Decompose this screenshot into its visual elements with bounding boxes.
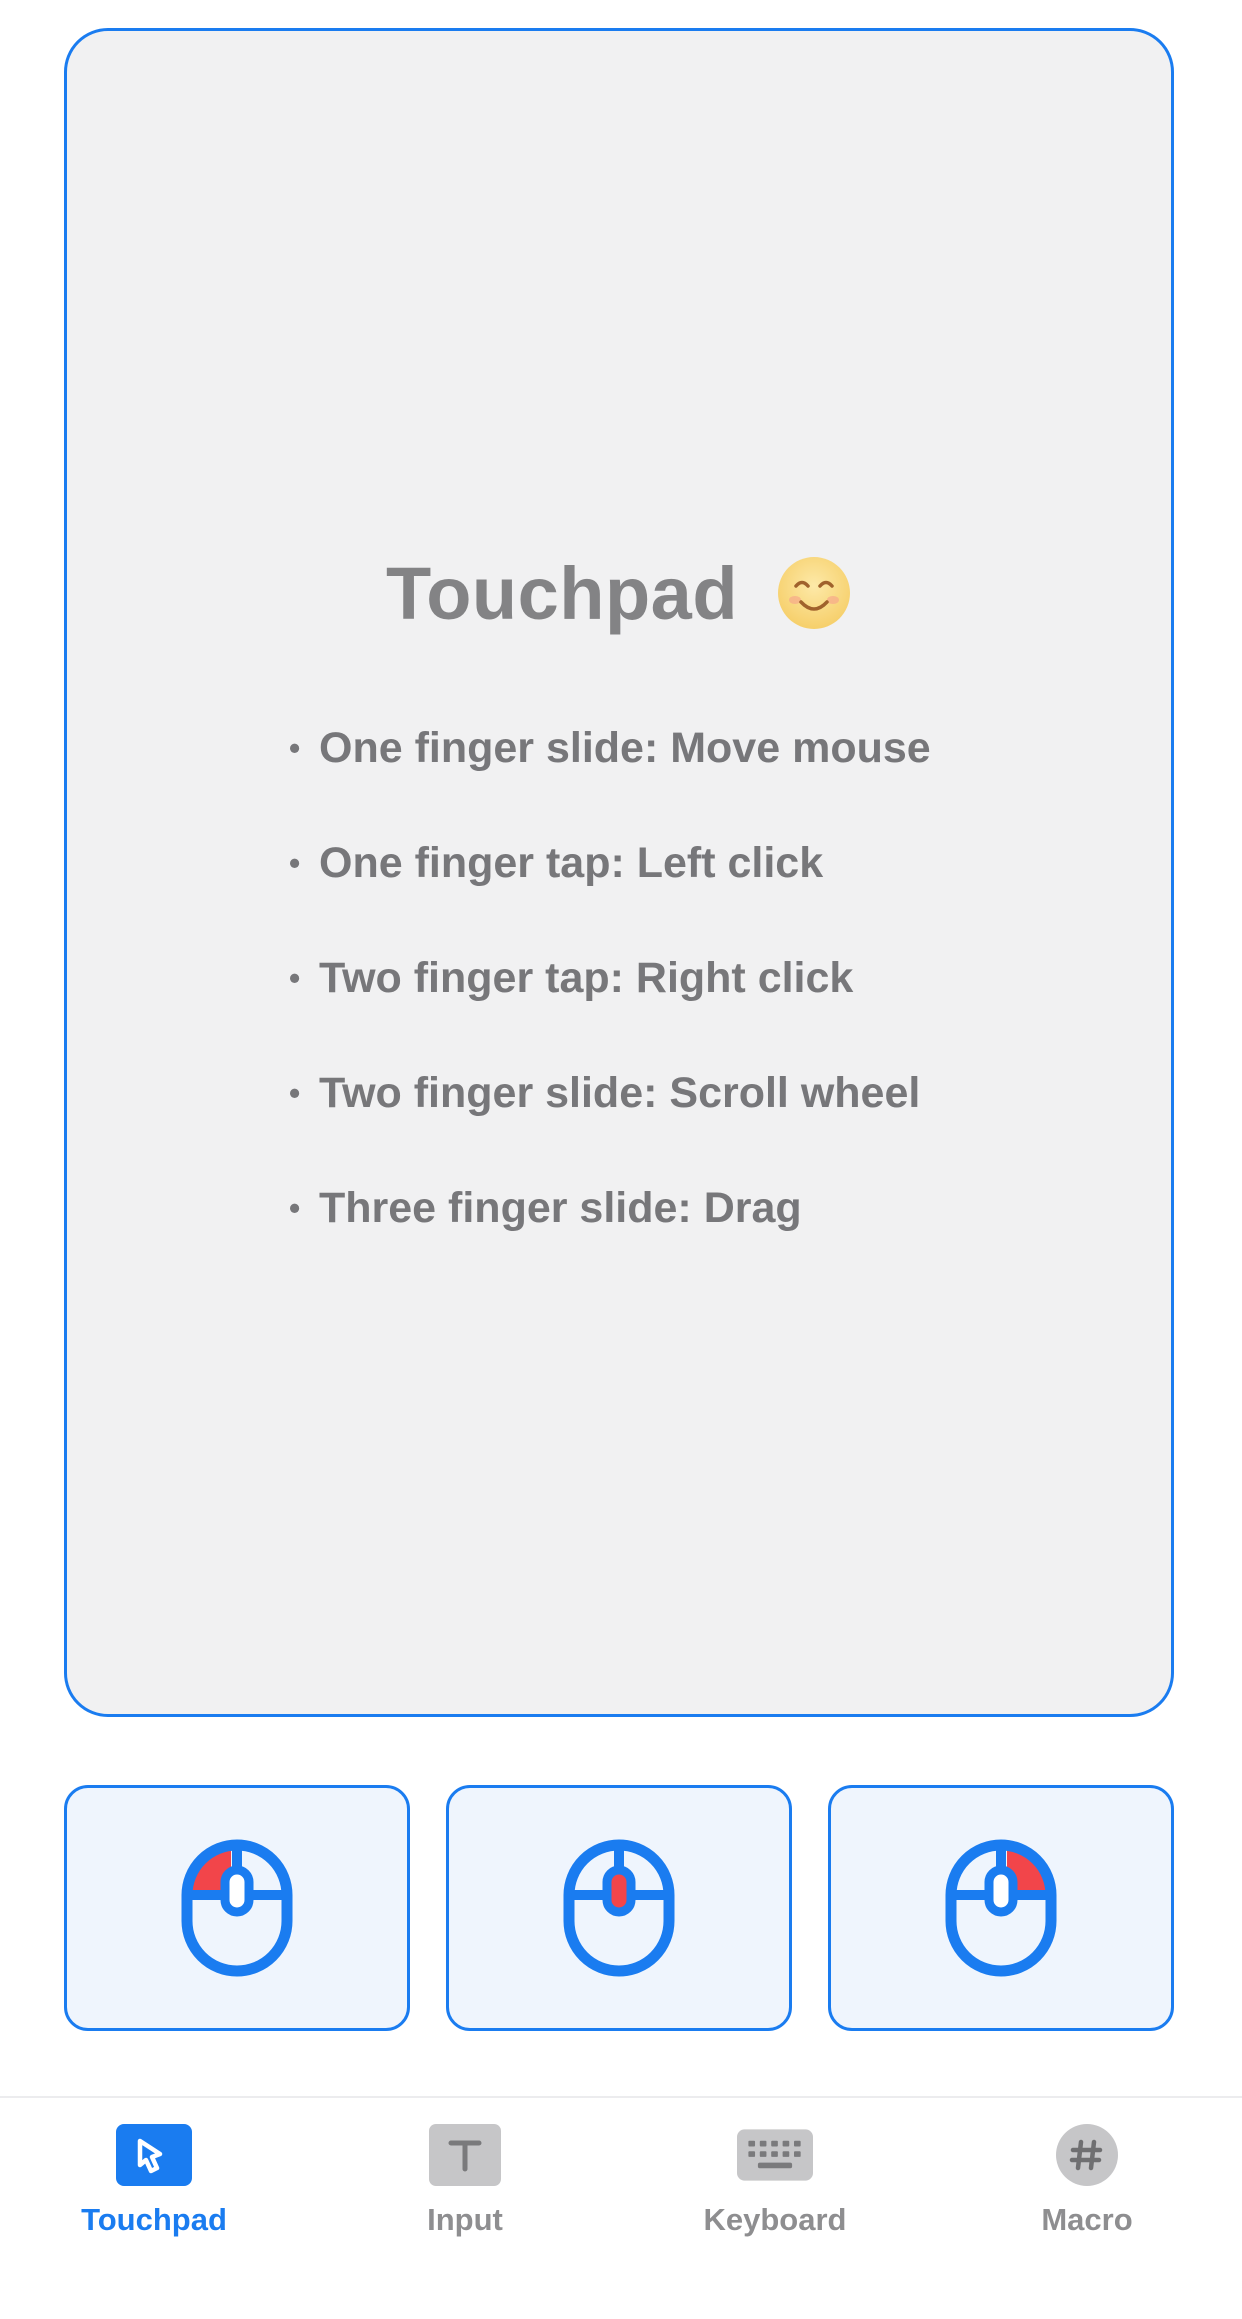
tip-item: • Two finger slide: Scroll wheel (289, 1036, 931, 1151)
mouse-left-click-icon (181, 1839, 293, 1977)
mouse-right-click-icon (945, 1839, 1057, 1977)
bottom-tab-bar: Touchpad Input Keyboard Macro (0, 2096, 1242, 2319)
tab-touchpad[interactable]: Touchpad (34, 2124, 274, 2238)
tip-text: Three finger slide: Drag (319, 1184, 802, 1232)
tip-item: • Three finger slide: Drag (289, 1151, 931, 1266)
tip-text: Two finger slide: Scroll wheel (319, 1069, 921, 1117)
bullet: • (289, 960, 301, 996)
bullet: • (289, 845, 301, 881)
hash-icon (1049, 2124, 1125, 2186)
middle-click-button[interactable] (446, 1785, 792, 2031)
bullet: • (289, 1075, 301, 1111)
tip-text: Two finger tap: Right click (319, 954, 854, 1002)
smiling-face-icon (776, 555, 852, 631)
keyboard-icon (737, 2124, 813, 2186)
mouse-middle-click-icon (563, 1839, 675, 1977)
left-click-button[interactable] (64, 1785, 410, 2031)
gesture-tips-list: • One finger slide: Move mouse • One fin… (289, 691, 931, 1266)
tip-text: One finger tap: Left click (319, 839, 824, 887)
touchpad-icon (116, 2124, 192, 2186)
right-click-button[interactable] (828, 1785, 1174, 2031)
tab-input[interactable]: Input (345, 2124, 585, 2238)
tab-label: Touchpad (81, 2202, 227, 2237)
bullet: • (289, 1190, 301, 1226)
tab-keyboard[interactable]: Keyboard (655, 2124, 895, 2238)
mouse-button-row (64, 1785, 1174, 2031)
tip-text: One finger slide: Move mouse (319, 724, 931, 772)
touchpad-title-row: Touchpad (67, 543, 1171, 643)
touchpad-title: Touchpad (385, 551, 739, 635)
tip-item: • Two finger tap: Right click (289, 921, 931, 1036)
tab-label: Keyboard (703, 2202, 847, 2237)
tab-label: Macro (1041, 2202, 1133, 2237)
bullet: • (289, 730, 301, 766)
tab-label: Input (427, 2202, 503, 2237)
tip-item: • One finger tap: Left click (289, 806, 931, 921)
touchpad-area[interactable]: Touchpad • One finger slide: Move mouse … (64, 28, 1174, 1717)
tip-item: • One finger slide: Move mouse (289, 691, 931, 806)
text-input-icon (427, 2124, 503, 2186)
tab-macro[interactable]: Macro (967, 2124, 1207, 2238)
